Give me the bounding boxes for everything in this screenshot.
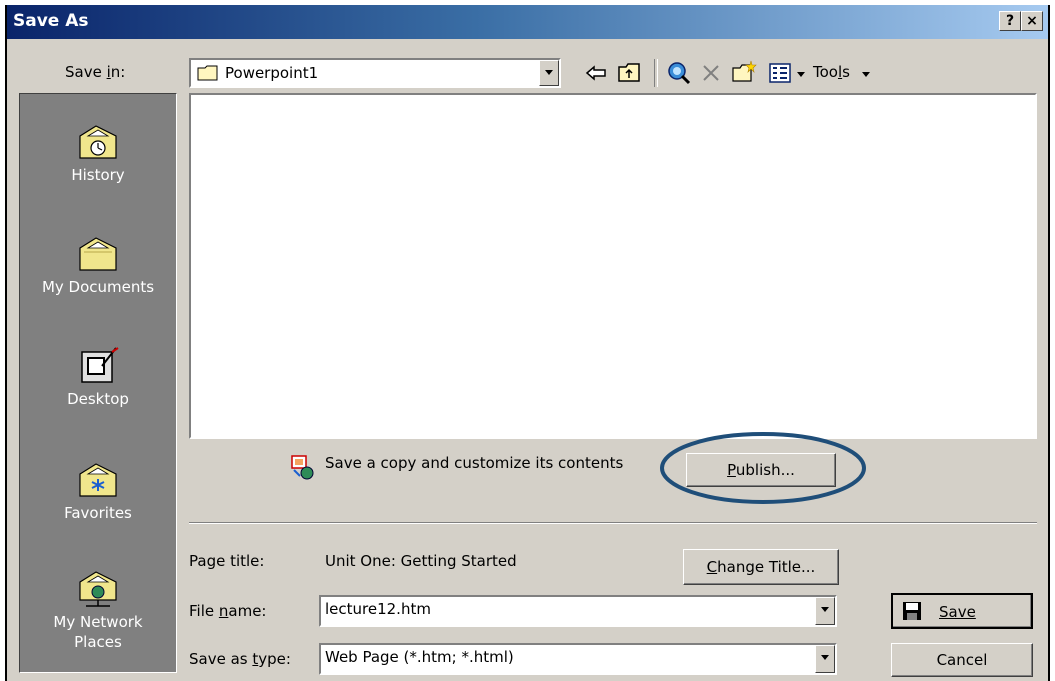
page-title-value: Unit One: Getting Started [325, 552, 517, 570]
place-favorites[interactable]: Favorites [20, 460, 176, 522]
help-button[interactable]: ? [999, 11, 1021, 31]
delete-icon[interactable] [701, 63, 721, 83]
place-my-network-places[interactable]: My Network Places [20, 568, 176, 652]
history-icon [79, 125, 117, 159]
favorites-icon [79, 463, 117, 497]
close-button[interactable]: × [1021, 11, 1043, 31]
my-network-places-icon [79, 571, 117, 607]
tools-menu[interactable]: Tools [813, 63, 850, 81]
window-title: Save As [13, 11, 89, 31]
views-dropdown-arrow-icon[interactable] [797, 72, 805, 77]
save-in-label: Save in: [65, 63, 126, 81]
place-desktop-label: Desktop [67, 390, 129, 408]
toolbar-separator [654, 59, 658, 87]
place-my-documents-label: My Documents [41, 278, 155, 296]
desktop-icon [81, 347, 119, 383]
place-my-documents[interactable]: My Documents [20, 234, 176, 296]
file-name-value: lecture12.htm [325, 600, 431, 618]
place-desktop[interactable]: Desktop [20, 346, 176, 408]
file-name-label: File name: [189, 602, 267, 620]
up-one-level-icon[interactable] [617, 61, 641, 83]
place-history[interactable]: History [20, 122, 176, 184]
save-as-dialog: Save As ? × Save in: Powerpoint1 Tools H… [5, 5, 1050, 681]
save-button-label: Save [939, 603, 976, 621]
separator [189, 522, 1037, 524]
save-as-type-value: Web Page (*.htm; *.html) [325, 648, 514, 666]
floppy-disk-icon [903, 602, 921, 620]
place-history-label: History [71, 166, 125, 184]
title-bar: Save As ? × [7, 5, 1048, 39]
place-my-network-places-label: My Network Places [53, 613, 143, 651]
save-as-type-dropdown[interactable]: Web Page (*.htm; *.html) [319, 643, 837, 675]
search-web-icon[interactable] [667, 61, 691, 85]
save-as-type-label: Save as type: [189, 650, 291, 668]
cancel-button[interactable]: Cancel [891, 643, 1033, 677]
save-in-dropdown-button[interactable] [539, 60, 559, 86]
file-name-input[interactable]: lecture12.htm [319, 595, 837, 627]
highlight-ellipse [660, 432, 866, 504]
my-documents-icon [79, 237, 117, 271]
folder-icon [197, 65, 218, 81]
places-bar: History My Documents Desktop Favorites M… [19, 93, 177, 673]
save-as-type-dropdown-button[interactable] [815, 645, 835, 673]
back-icon[interactable] [585, 63, 607, 83]
change-title-button[interactable]: Change Title... [683, 549, 839, 585]
save-button[interactable]: Save [891, 593, 1033, 629]
publish-description: Save a copy and customize its contents [325, 454, 624, 472]
place-favorites-label: Favorites [64, 504, 132, 522]
save-in-value: Powerpoint1 [225, 64, 319, 82]
views-icon[interactable] [769, 63, 791, 83]
page-title-label: Page title: [189, 552, 265, 570]
tools-dropdown-arrow-icon[interactable] [862, 72, 870, 77]
new-folder-icon[interactable] [731, 60, 757, 84]
file-name-dropdown-button[interactable] [815, 597, 835, 625]
save-in-dropdown[interactable]: Powerpoint1 [189, 58, 561, 88]
publish-web-icon [291, 455, 314, 480]
file-list[interactable] [189, 93, 1037, 439]
